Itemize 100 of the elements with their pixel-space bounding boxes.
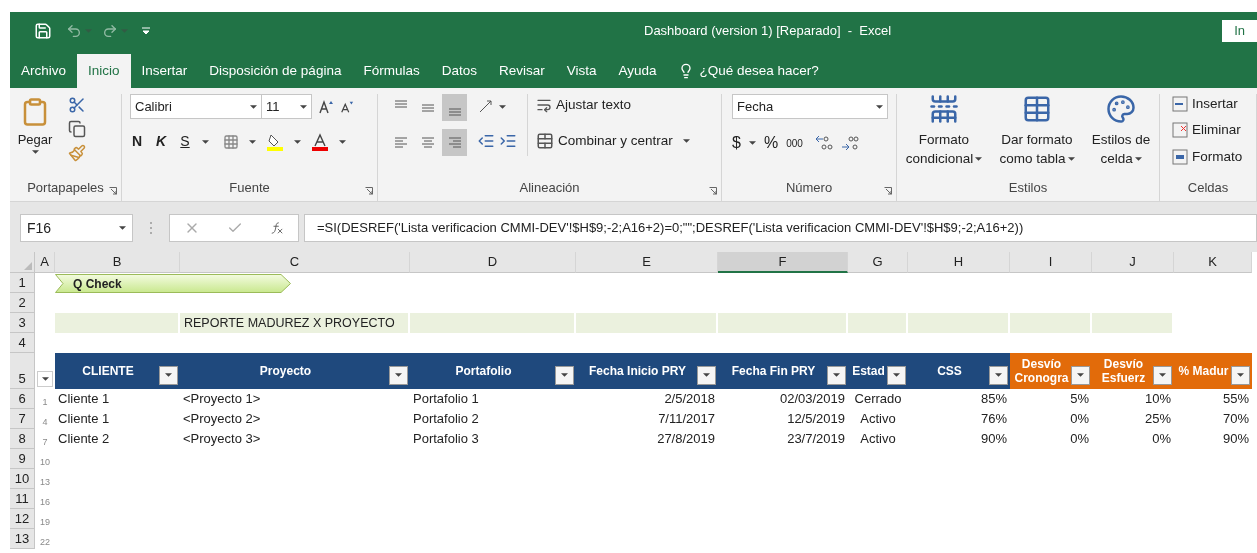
table-cell-text: <Proyecto 1> [183, 390, 262, 409]
dialog-launcher-icon[interactable] [109, 187, 117, 195]
save-icon[interactable] [34, 22, 52, 40]
filter-button[interactable] [1071, 365, 1090, 385]
row-header[interactable]: 6 [10, 389, 35, 409]
dropdown-caret-icon [249, 139, 256, 144]
filter-button[interactable] [1153, 365, 1172, 385]
row-header[interactable]: 12 [10, 509, 35, 529]
thousands-button[interactable]: 000 [786, 135, 803, 151]
ribbon-tab[interactable]: Datos [430, 54, 488, 88]
cells-icon [1172, 122, 1188, 139]
column-header[interactable]: I [1010, 252, 1092, 273]
increase-indent-icon[interactable] [499, 132, 517, 150]
dropdown-caret-icon [300, 104, 307, 109]
dialog-launcher-icon[interactable] [884, 187, 892, 195]
row-header[interactable]: 2 [10, 293, 35, 313]
style-button[interactable]: Dar formato como tabla [999, 94, 1075, 168]
row-header[interactable]: 13 [10, 529, 35, 549]
currency-button[interactable]: $ [732, 131, 741, 155]
row-header[interactable]: 7 [10, 409, 35, 429]
ribbon-tab[interactable]: Fórmulas [352, 54, 431, 88]
row-header[interactable]: 5 [10, 353, 35, 389]
column-header[interactable]: B [55, 252, 180, 273]
align-icon [447, 107, 462, 116]
decrease-indent-icon[interactable] [477, 132, 495, 150]
style-button[interactable]: Estilos de celda [1091, 94, 1151, 168]
column-header[interactable]: D [410, 252, 576, 273]
row-header[interactable]: 3 [10, 313, 35, 333]
bold-button[interactable]: N [130, 131, 144, 152]
filter-button[interactable] [555, 365, 574, 385]
table-cell-text: <Proyecto 2> [183, 410, 262, 429]
decrease-decimal-icon[interactable] [840, 134, 859, 152]
filter-button[interactable] [159, 365, 178, 385]
copy-icon[interactable] [68, 120, 86, 138]
style-button[interactable]: Formato condicional [905, 94, 983, 168]
ribbon-tab[interactable]: Insertar [130, 54, 199, 88]
borders-icon[interactable] [223, 133, 239, 150]
font-color-icon[interactable] [311, 132, 329, 151]
column-header[interactable]: C [180, 252, 410, 273]
customize-toolbar-icon[interactable] [142, 27, 150, 35]
filter-button[interactable] [1231, 365, 1250, 385]
fill-color-icon[interactable] [266, 132, 284, 151]
merge-center-button[interactable]: Combinar y centrar [536, 130, 690, 152]
ribbon-tab[interactable]: Vista [555, 54, 608, 88]
filter-button[interactable] [827, 365, 846, 385]
filter-button[interactable] [697, 365, 716, 385]
column-header[interactable]: G [848, 252, 908, 273]
formula-field[interactable]: =SI(DESREF('Lista verificacion CMMI-DEV'!$H$9;-2;A16+2)=0;"";DESREF('Lista verificacion CMMI-DEV'!$H$9;-2;A16+2)) [304, 214, 1257, 242]
ribbon-tab[interactable]: Inicio [77, 54, 131, 88]
number-format-field[interactable]: Fecha [732, 94, 888, 119]
cells-button[interactable]: Formato [1172, 146, 1256, 167]
table-cell-text: Portafolio 1 [413, 390, 480, 409]
wrap-text-button[interactable]: Ajustar texto [536, 94, 690, 116]
table-cell-text: 85% [979, 390, 1007, 409]
ribbon-tab[interactable]: Revisar [487, 54, 556, 88]
column-header[interactable]: E [576, 252, 718, 273]
grow-font-icon[interactable] [318, 98, 334, 115]
percent-button[interactable]: % [763, 131, 779, 155]
scissors-icon[interactable] [68, 96, 86, 114]
font-size-field[interactable]: 11 [262, 94, 312, 119]
column-header[interactable]: H [908, 252, 1010, 273]
column-header[interactable]: A [35, 252, 55, 273]
dropdown-caret-icon [499, 105, 506, 109]
filter-button[interactable] [389, 365, 408, 385]
row-header[interactable]: 10 [10, 469, 35, 489]
dropdown-caret-icon [294, 139, 301, 144]
column-header[interactable]: K [1174, 252, 1252, 273]
dialog-launcher-icon[interactable] [709, 187, 717, 195]
shrink-font-icon[interactable] [340, 99, 354, 114]
ribbon-tab[interactable]: Archivo [10, 54, 77, 88]
column-header[interactable]: J [1092, 252, 1174, 273]
dialog-launcher-icon[interactable] [365, 187, 373, 195]
table-cell-text: Cliente 1 [58, 390, 111, 409]
row-header[interactable]: 8 [10, 429, 35, 449]
hidden-value-text: 19 [40, 515, 50, 529]
row-header[interactable]: 1 [10, 273, 35, 293]
row-header[interactable]: 9 [10, 449, 35, 469]
filter-button[interactable] [989, 365, 1008, 385]
hidden-value-text: 7 [42, 435, 48, 449]
filter-button[interactable] [37, 371, 53, 387]
paste-button[interactable]: Pegar [10, 94, 60, 162]
cells-button[interactable]: Insertar [1172, 94, 1256, 115]
name-box[interactable]: F16 [20, 214, 133, 242]
font-name-field[interactable]: Calibri [130, 94, 262, 119]
italic-button[interactable]: K [154, 131, 168, 152]
table-cell-text: Activo [859, 410, 897, 429]
ribbon-tab[interactable]: Ayuda [607, 54, 668, 88]
filter-button[interactable] [887, 365, 906, 385]
arrow-banner[interactable]: Q Check [55, 274, 291, 293]
ribbon-tab[interactable]: Disposición de página [198, 54, 353, 88]
cells-button[interactable]: Eliminar [1172, 120, 1256, 141]
increase-decimal-icon[interactable] [814, 134, 833, 152]
row-header[interactable]: 4 [10, 333, 35, 353]
row-header[interactable]: 11 [10, 489, 35, 509]
tell-me-field[interactable]: ¿Qué desea hacer? [699, 60, 819, 82]
column-title: % Madur [1178, 364, 1229, 378]
column-header[interactable]: F [718, 252, 848, 273]
sign-in-button[interactable]: In [1222, 20, 1257, 42]
underline-button[interactable]: S [178, 131, 192, 152]
function-icon[interactable] [270, 221, 285, 235]
